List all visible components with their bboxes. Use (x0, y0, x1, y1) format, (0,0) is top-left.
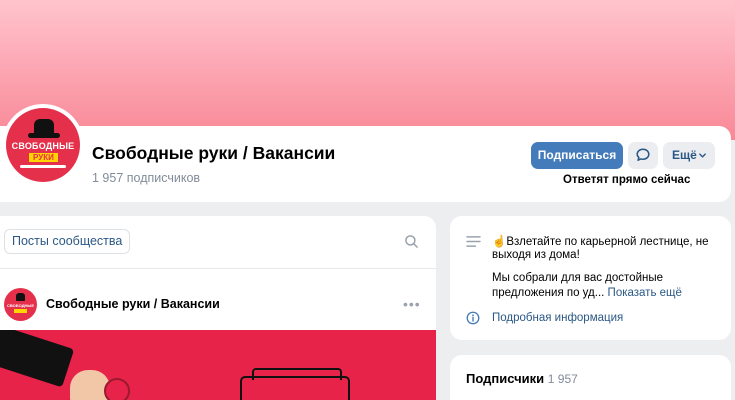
avatar-logo-band (14, 309, 27, 313)
group-avatar[interactable]: СВОБОДНЫЕ РУКИ (2, 104, 84, 186)
post-image-sleeve (0, 330, 75, 388)
message-button[interactable] (628, 142, 658, 169)
group-title: Свободные руки / Вакансии (92, 143, 336, 163)
about-text-line: ☝Взлетайте по карьерной лестнице, не (492, 236, 709, 248)
details-link[interactable]: Подробная информация (492, 312, 623, 324)
info-icon (466, 311, 480, 325)
more-label: Ещё (672, 148, 697, 162)
avatar-logo-text-top: СВОБОДНЫЕ (11, 141, 75, 151)
reply-note: Ответят прямо сейчас (563, 174, 691, 186)
text-lines-icon (466, 236, 481, 247)
avatar-logo-text-top: СВОБОДНЫЕ (6, 303, 35, 308)
subscribers-block-title[interactable]: Подписчики 1 957 (466, 371, 578, 386)
chevron-down-icon (699, 153, 706, 158)
cover-image (0, 0, 735, 140)
divider (0, 268, 436, 269)
tab-community-posts[interactable]: Посты сообщества (4, 229, 131, 254)
post-image[interactable] (0, 330, 436, 400)
about-text-line: предложения по уд... Показать ещё (492, 287, 682, 299)
avatar-logo: СВОБОДНЫЕ РУКИ (6, 108, 80, 182)
post-image-box (240, 368, 350, 400)
subscribers-count[interactable]: 1 957 подписчиков (92, 171, 200, 185)
post-author-avatar[interactable]: СВОБОДНЫЕ (4, 288, 37, 321)
about-text-line: Мы собрали для вас достойные (492, 272, 664, 284)
about-text-truncated: предложения по уд... (492, 287, 608, 299)
show-more-link[interactable]: Показать ещё (608, 287, 682, 299)
search-icon[interactable] (404, 234, 419, 249)
bowler-hat-icon (16, 293, 25, 301)
subscribe-button[interactable]: Подписаться (531, 142, 623, 169)
post-image-apple (104, 378, 130, 400)
more-horizontal-icon[interactable]: ••• (403, 296, 421, 312)
about-text-line: выходя из дома! (492, 249, 580, 261)
message-icon (636, 148, 650, 161)
avatar-plate (20, 165, 66, 168)
more-button[interactable]: Ещё (663, 142, 715, 169)
bowler-hat-icon (28, 119, 60, 138)
avatar-logo-text-bottom: РУКИ (29, 153, 58, 162)
subscribers-title-label: Подписчики (466, 371, 545, 386)
post-author-name[interactable]: Свободные руки / Вакансии (46, 297, 220, 311)
subscribers-block-count: 1 957 (547, 372, 578, 386)
